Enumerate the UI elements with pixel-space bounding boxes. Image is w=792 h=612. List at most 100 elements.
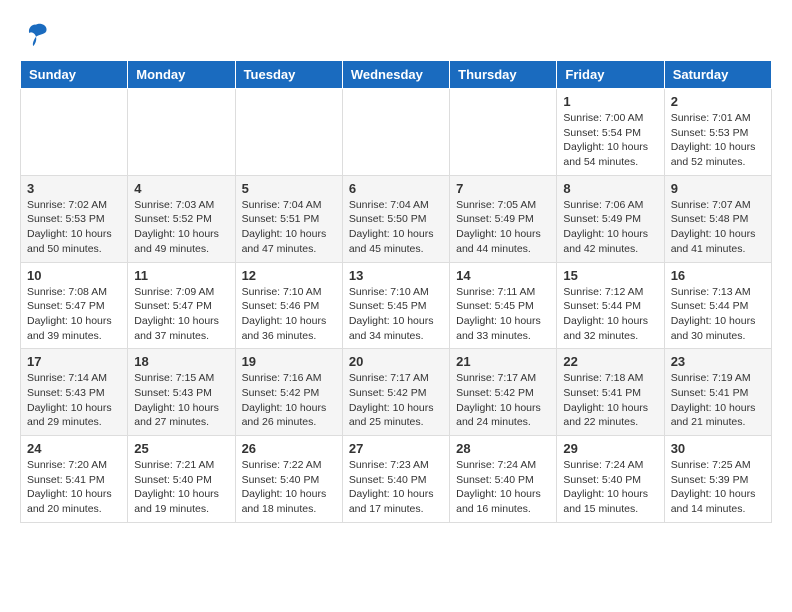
calendar-cell xyxy=(450,89,557,176)
calendar-cell: 5Sunrise: 7:04 AM Sunset: 5:51 PM Daylig… xyxy=(235,175,342,262)
day-number: 23 xyxy=(671,354,765,369)
day-info: Sunrise: 7:17 AM Sunset: 5:42 PM Dayligh… xyxy=(349,371,443,430)
day-info: Sunrise: 7:21 AM Sunset: 5:40 PM Dayligh… xyxy=(134,458,228,517)
calendar-cell: 26 Sunrise: 7:22 AM Sunset: 5:40 PM Dayli… xyxy=(235,436,342,523)
calendar-cell: 24 Sunrise: 7:20 AM Sunset: 5:41 PM Dayli… xyxy=(21,436,128,523)
calendar-cell: 11 Sunrise: 7:09 AM Sunset: 5:47 PM Dayli… xyxy=(128,262,235,349)
calendar-header-thursday: Thursday xyxy=(450,61,557,89)
calendar-cell: 16 Sunrise: 7:13 AM Sunset: 5:44 PM Dayli… xyxy=(664,262,771,349)
day-number: 7 xyxy=(456,181,550,196)
day-number: 27 xyxy=(349,441,443,456)
day-info: Sunrise: 7:07 AM Sunset: 5:48 PM Dayligh… xyxy=(671,198,765,257)
day-number: 30 xyxy=(671,441,765,456)
calendar-table: SundayMondayTuesdayWednesdayThursdayFrid… xyxy=(20,60,772,523)
calendar-cell xyxy=(128,89,235,176)
calendar-week-row: 3 Sunrise: 7:02 AM Sunset: 5:53 PM Daylig… xyxy=(21,175,772,262)
day-info: Sunrise: 7:06 AM Sunset: 5:49 PM Dayligh… xyxy=(563,198,657,257)
day-info: Sunrise: 7:04 AM Sunset: 5:51 PM Dayligh… xyxy=(242,198,336,257)
day-info: Sunrise: 7:00 AM Sunset: 5:54 PM Dayligh… xyxy=(563,111,657,170)
day-info: Sunrise: 7:13 AM Sunset: 5:44 PM Dayligh… xyxy=(671,285,765,344)
calendar-week-row: 24 Sunrise: 7:20 AM Sunset: 5:41 PM Dayli… xyxy=(21,436,772,523)
calendar-cell: 13 Sunrise: 7:10 AM Sunset: 5:45 PM Dayli… xyxy=(342,262,449,349)
calendar-header-wednesday: Wednesday xyxy=(342,61,449,89)
day-number: 6 xyxy=(349,181,443,196)
calendar-cell: 19 Sunrise: 7:16 AM Sunset: 5:42 PM Dayli… xyxy=(235,349,342,436)
day-number: 2 xyxy=(671,94,765,109)
calendar-cell: 20 Sunrise: 7:17 AM Sunset: 5:42 PM Dayli… xyxy=(342,349,449,436)
day-number: 13 xyxy=(349,268,443,283)
day-info: Sunrise: 7:23 AM Sunset: 5:40 PM Dayligh… xyxy=(349,458,443,517)
calendar-cell: 18 Sunrise: 7:15 AM Sunset: 5:43 PM Dayli… xyxy=(128,349,235,436)
calendar-week-row: 1 Sunrise: 7:00 AM Sunset: 5:54 PM Daylig… xyxy=(21,89,772,176)
calendar-cell: 12 Sunrise: 7:10 AM Sunset: 5:46 PM Dayli… xyxy=(235,262,342,349)
calendar-cell: 15 Sunrise: 7:12 AM Sunset: 5:44 PM Dayli… xyxy=(557,262,664,349)
calendar-cell: 7 Sunrise: 7:05 AM Sunset: 5:49 PM Daylig… xyxy=(450,175,557,262)
calendar-header-sunday: Sunday xyxy=(21,61,128,89)
day-number: 26 xyxy=(242,441,336,456)
day-number: 12 xyxy=(242,268,336,283)
day-number: 28 xyxy=(456,441,550,456)
calendar-cell: 22 Sunrise: 7:18 AM Sunset: 5:41 PM Dayli… xyxy=(557,349,664,436)
day-info: Sunrise: 7:05 AM Sunset: 5:49 PM Dayligh… xyxy=(456,198,550,257)
calendar-cell: 21Sunrise: 7:17 AM Sunset: 5:42 PM Dayli… xyxy=(450,349,557,436)
calendar-cell: 29 Sunrise: 7:24 AM Sunset: 5:40 PM Dayli… xyxy=(557,436,664,523)
calendar-cell: 9 Sunrise: 7:07 AM Sunset: 5:48 PM Daylig… xyxy=(664,175,771,262)
day-number: 16 xyxy=(671,268,765,283)
day-info: Sunrise: 7:22 AM Sunset: 5:40 PM Dayligh… xyxy=(242,458,336,517)
day-info: Sunrise: 7:14 AM Sunset: 5:43 PM Dayligh… xyxy=(27,371,121,430)
day-info: Sunrise: 7:01 AM Sunset: 5:53 PM Dayligh… xyxy=(671,111,765,170)
logo-bird-icon xyxy=(22,20,50,48)
day-info: Sunrise: 7:10 AM Sunset: 5:46 PM Dayligh… xyxy=(242,285,336,344)
day-info: Sunrise: 7:09 AM Sunset: 5:47 PM Dayligh… xyxy=(134,285,228,344)
day-info: Sunrise: 7:10 AM Sunset: 5:45 PM Dayligh… xyxy=(349,285,443,344)
calendar-cell: 17 Sunrise: 7:14 AM Sunset: 5:43 PM Dayli… xyxy=(21,349,128,436)
day-number: 20 xyxy=(349,354,443,369)
day-info: Sunrise: 7:19 AM Sunset: 5:41 PM Dayligh… xyxy=(671,371,765,430)
day-info: Sunrise: 7:18 AM Sunset: 5:41 PM Dayligh… xyxy=(563,371,657,430)
day-number: 14 xyxy=(456,268,550,283)
calendar-header-tuesday: Tuesday xyxy=(235,61,342,89)
day-info: Sunrise: 7:24 AM Sunset: 5:40 PM Dayligh… xyxy=(456,458,550,517)
day-info: Sunrise: 7:15 AM Sunset: 5:43 PM Dayligh… xyxy=(134,371,228,430)
day-info: Sunrise: 7:20 AM Sunset: 5:41 PM Dayligh… xyxy=(27,458,121,517)
day-info: Sunrise: 7:03 AM Sunset: 5:52 PM Dayligh… xyxy=(134,198,228,257)
day-number: 10 xyxy=(27,268,121,283)
calendar-cell: 23 Sunrise: 7:19 AM Sunset: 5:41 PM Dayli… xyxy=(664,349,771,436)
calendar-cell: 25Sunrise: 7:21 AM Sunset: 5:40 PM Dayli… xyxy=(128,436,235,523)
day-number: 4 xyxy=(134,181,228,196)
calendar-cell: 27 Sunrise: 7:23 AM Sunset: 5:40 PM Dayli… xyxy=(342,436,449,523)
day-number: 22 xyxy=(563,354,657,369)
day-info: Sunrise: 7:04 AM Sunset: 5:50 PM Dayligh… xyxy=(349,198,443,257)
calendar-week-row: 17 Sunrise: 7:14 AM Sunset: 5:43 PM Dayli… xyxy=(21,349,772,436)
day-info: Sunrise: 7:12 AM Sunset: 5:44 PM Dayligh… xyxy=(563,285,657,344)
calendar-cell: 30Sunrise: 7:25 AM Sunset: 5:39 PM Dayli… xyxy=(664,436,771,523)
day-number: 15 xyxy=(563,268,657,283)
day-number: 19 xyxy=(242,354,336,369)
day-info: Sunrise: 7:24 AM Sunset: 5:40 PM Dayligh… xyxy=(563,458,657,517)
day-number: 3 xyxy=(27,181,121,196)
day-number: 17 xyxy=(27,354,121,369)
day-number: 8 xyxy=(563,181,657,196)
calendar-cell xyxy=(342,89,449,176)
day-info: Sunrise: 7:02 AM Sunset: 5:53 PM Dayligh… xyxy=(27,198,121,257)
calendar-week-row: 10 Sunrise: 7:08 AM Sunset: 5:47 PM Dayli… xyxy=(21,262,772,349)
day-info: Sunrise: 7:08 AM Sunset: 5:47 PM Dayligh… xyxy=(27,285,121,344)
calendar-cell: 2 Sunrise: 7:01 AM Sunset: 5:53 PM Daylig… xyxy=(664,89,771,176)
day-info: Sunrise: 7:11 AM Sunset: 5:45 PM Dayligh… xyxy=(456,285,550,344)
logo xyxy=(20,20,50,44)
calendar-header-row: SundayMondayTuesdayWednesdayThursdayFrid… xyxy=(21,61,772,89)
calendar-cell: 28 Sunrise: 7:24 AM Sunset: 5:40 PM Dayli… xyxy=(450,436,557,523)
calendar-cell: 8 Sunrise: 7:06 AM Sunset: 5:49 PM Daylig… xyxy=(557,175,664,262)
calendar-cell: 3 Sunrise: 7:02 AM Sunset: 5:53 PM Daylig… xyxy=(21,175,128,262)
calendar-header-saturday: Saturday xyxy=(664,61,771,89)
calendar-cell xyxy=(21,89,128,176)
day-number: 11 xyxy=(134,268,228,283)
day-number: 29 xyxy=(563,441,657,456)
day-number: 1 xyxy=(563,94,657,109)
day-number: 9 xyxy=(671,181,765,196)
calendar-header-monday: Monday xyxy=(128,61,235,89)
day-number: 18 xyxy=(134,354,228,369)
day-info: Sunrise: 7:16 AM Sunset: 5:42 PM Dayligh… xyxy=(242,371,336,430)
calendar-cell: 14 Sunrise: 7:11 AM Sunset: 5:45 PM Dayli… xyxy=(450,262,557,349)
day-number: 24 xyxy=(27,441,121,456)
